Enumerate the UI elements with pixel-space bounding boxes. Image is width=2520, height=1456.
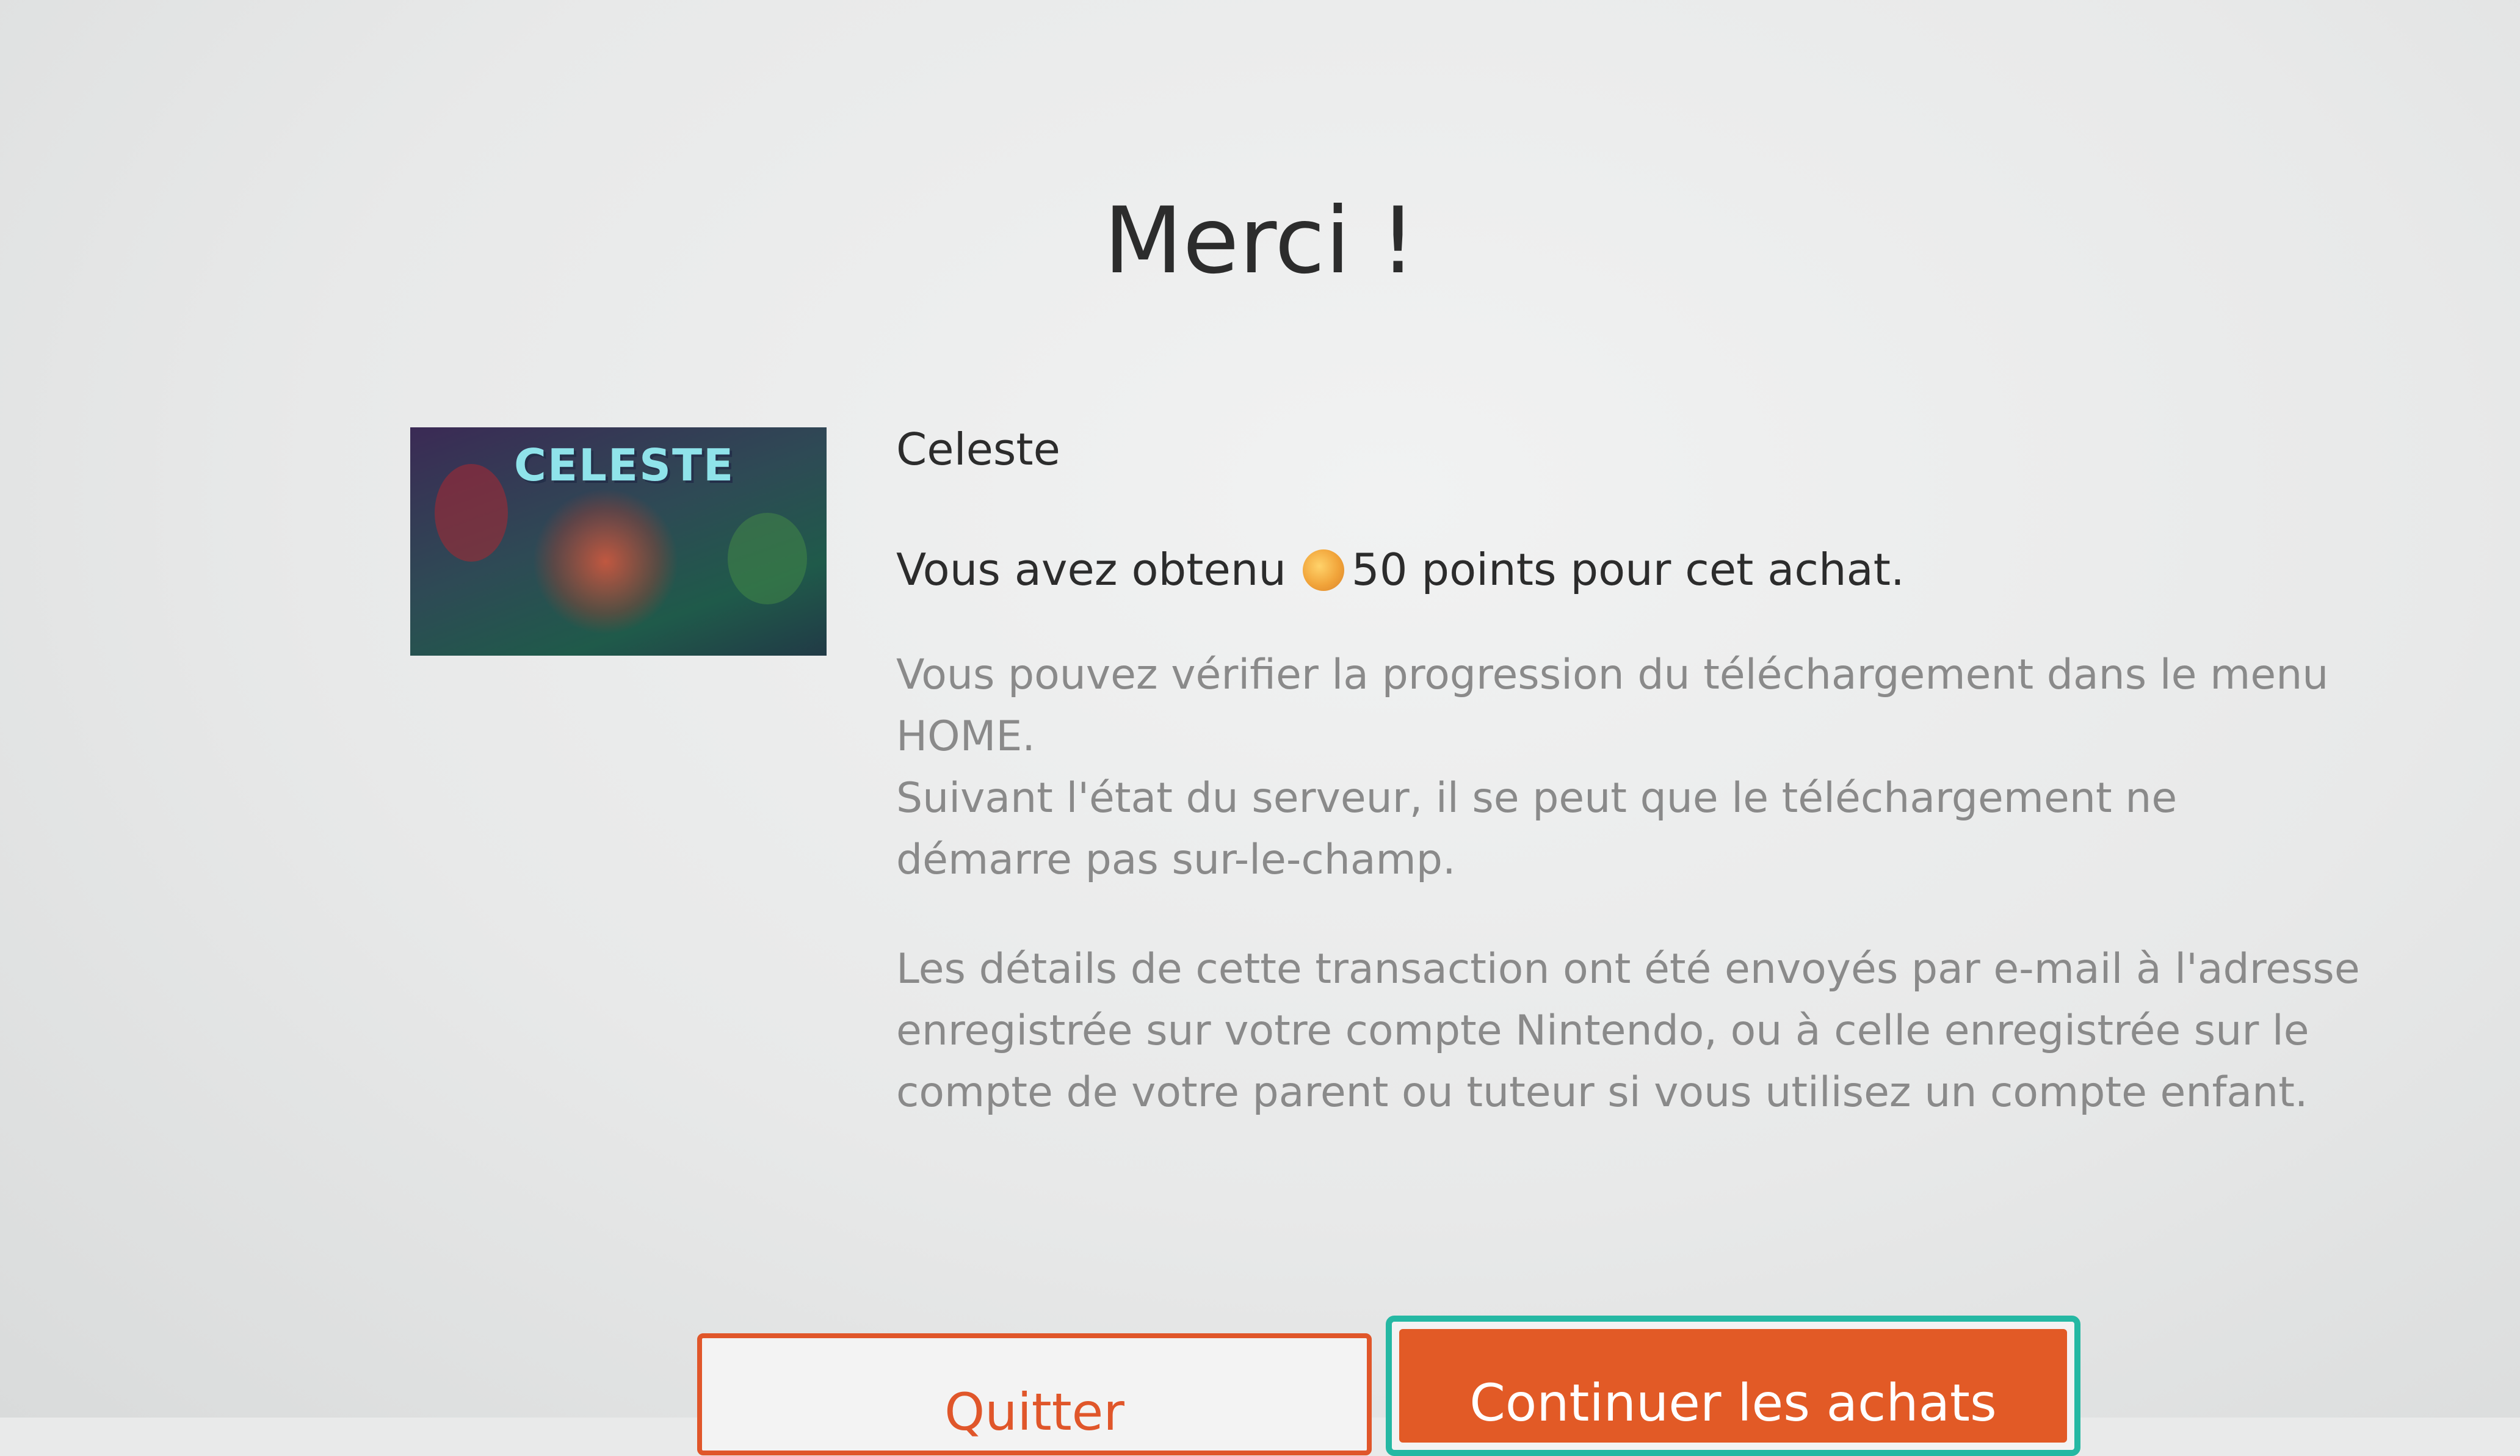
continue-shopping-button[interactable]: Continuer les achats: [1399, 1329, 2067, 1443]
download-info-text: Vous pouvez vérifier la progression du t…: [896, 651, 2329, 884]
gold-points-coin-icon: [1302, 549, 1344, 591]
purchase-confirmation-screen: Merci ! CELESTE Celeste Vous avez obtenu…: [0, 0, 2520, 1456]
continue-shopping-button-focus-frame[interactable]: Continuer les achats: [1386, 1316, 2080, 1456]
page-title: Merci !: [1103, 188, 1417, 294]
points-message-suffix: 50 points pour cet achat.: [1351, 544, 1905, 595]
thumbnail-character-art: [532, 488, 679, 635]
thumbnail-art-shape: [435, 464, 508, 562]
points-message-prefix: Vous avez obtenu: [896, 544, 1286, 595]
points-earned-message: Vous avez obtenu 50 points pour cet acha…: [896, 543, 1905, 596]
game-title: Celeste: [896, 424, 1060, 475]
quit-button[interactable]: Quitter: [697, 1333, 1372, 1455]
thumbnail-art-shape: [728, 513, 807, 604]
email-info-text: Les détails de cette transaction ont été…: [896, 945, 2360, 1117]
game-logo: CELESTE: [514, 440, 735, 491]
game-thumbnail: CELESTE: [410, 427, 827, 656]
